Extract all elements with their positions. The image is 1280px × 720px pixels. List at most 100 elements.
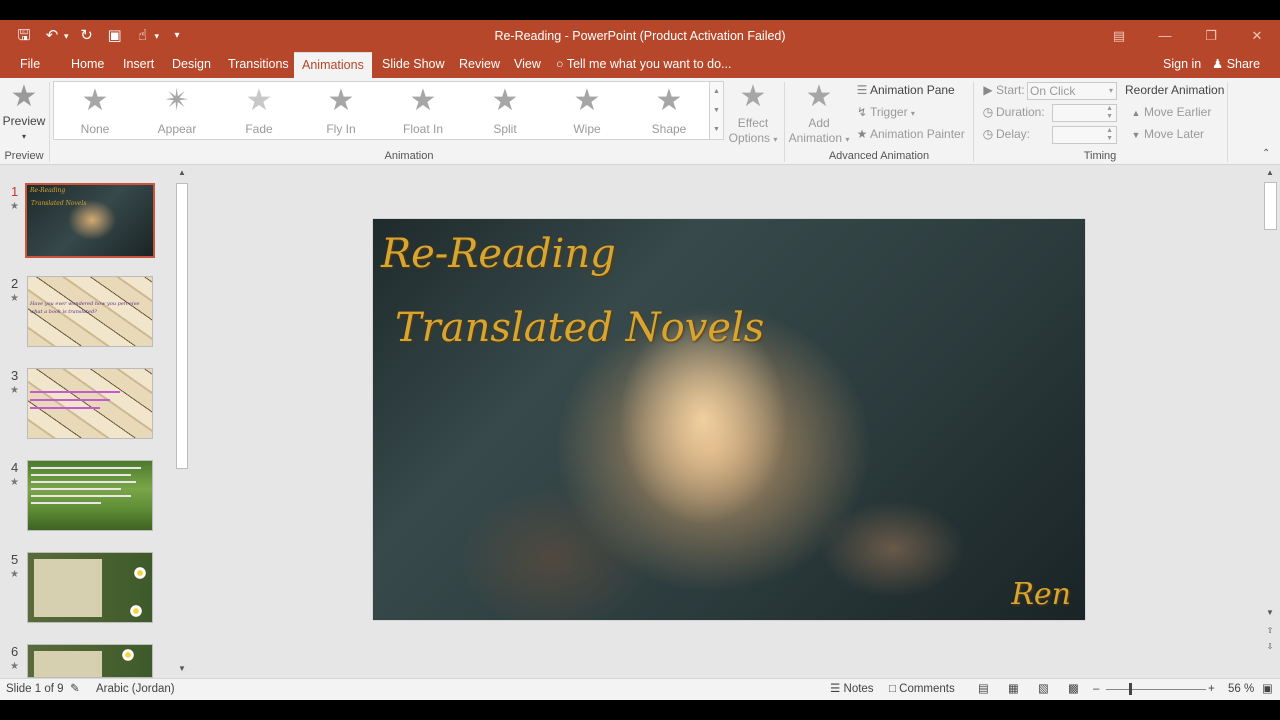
tab-file[interactable]: File (12, 52, 48, 78)
slide-sorter-icon[interactable]: ▦ (1008, 679, 1019, 700)
preview-dropdown-icon[interactable]: ▾ (2, 129, 46, 144)
reading-view-icon[interactable]: ▧ (1038, 679, 1049, 700)
animation-float-in[interactable]: ★ Float In (388, 86, 458, 137)
animation-fly-in-label: Fly In (326, 122, 356, 136)
animation-fly-in[interactable]: ★ Fly In (306, 86, 376, 137)
separator (973, 82, 974, 162)
slide-thumbnail[interactable] (27, 460, 153, 531)
start-select[interactable]: On Click ▾ (1027, 82, 1117, 100)
animation-wipe[interactable]: ★ Wipe (552, 86, 622, 137)
reorder-animation-heading: Reorder Animation (1125, 83, 1225, 97)
slide-thumbnail[interactable] (27, 368, 153, 439)
preview-button[interactable]: ★ Preview ▾ (2, 82, 46, 144)
slide-thumbnail[interactable]: Have you ever wondered how you perceive … (27, 276, 153, 347)
slide-title-line1[interactable]: Re-Reading (381, 231, 616, 277)
normal-view-icon[interactable]: ▤ (978, 679, 989, 700)
gallery-scroll-down-icon[interactable]: ▼ (710, 101, 723, 120)
move-earlier-label: Move Earlier (1144, 105, 1212, 119)
thumbnail-number: 4 (11, 460, 19, 475)
thumbnail-item[interactable]: 1 ★ Re-Reading Translated Novels (0, 183, 170, 258)
animation-shape[interactable]: ★ Shape (634, 86, 704, 137)
zoom-in-icon[interactable]: + (1208, 679, 1215, 700)
comments-label: Comments (899, 683, 955, 695)
start-label-text: Start: (996, 83, 1025, 97)
trigger-button[interactable]: ↯ Trigger ▾ (854, 103, 915, 123)
move-later-button[interactable]: ▼ Move Later (1128, 125, 1205, 144)
scroll-up-icon[interactable]: ▲ (1262, 165, 1278, 181)
tab-animations[interactable]: Animations (294, 52, 372, 78)
triangle-down-icon: ▼ (1131, 130, 1141, 140)
duration-input[interactable]: ▲ ▼ (1052, 104, 1117, 122)
animation-fade[interactable]: ★ Fade (224, 86, 294, 137)
thumbnails-scrollbar[interactable]: ▲ ▼ (174, 165, 190, 678)
zoom-out-icon[interactable]: – (1093, 679, 1099, 700)
minimize-icon[interactable]: — (1142, 20, 1188, 52)
tab-view[interactable]: View (506, 52, 549, 78)
animation-none[interactable]: ★ None (60, 86, 130, 137)
animation-gallery: ★ None ✴ Appear ★ Fade ★ Fly In ★ Float In ★ S… (53, 81, 710, 140)
notes-button[interactable]: ☰ Notes (830, 679, 874, 700)
star-icon: ★ (245, 84, 273, 117)
gallery-scroll-up-icon[interactable]: ▲ (710, 82, 723, 101)
zoom-level[interactable]: 56 % (1228, 679, 1254, 700)
gallery-more-icon[interactable]: ▼ (710, 120, 723, 139)
zoom-slider-thumb[interactable] (1129, 683, 1132, 695)
add-animation-button[interactable]: ★ Add Animation ▾ (788, 82, 850, 147)
thumbnail-number: 5 (11, 552, 19, 567)
scroll-down-icon[interactable]: ▼ (1262, 605, 1278, 621)
slide-thumbnail[interactable] (27, 552, 153, 623)
slide-canvas[interactable]: Re-Reading Translated Novels Ren (373, 219, 1085, 620)
star-icon: ✴ (164, 84, 190, 117)
spell-check-icon[interactable]: ✎ (70, 679, 80, 700)
comments-button[interactable]: □ Comments (889, 679, 955, 700)
effect-options-dropdown-icon: ▾ (773, 135, 778, 144)
start-label: ▶ Start: (980, 81, 1025, 99)
zoom-slider[interactable] (1106, 689, 1206, 690)
tab-slide-show[interactable]: Slide Show (374, 52, 453, 78)
move-earlier-button[interactable]: ▲ Move Earlier (1128, 103, 1212, 122)
slide-thumbnail[interactable]: Re-Reading Translated Novels (25, 183, 155, 258)
slide-thumbnail[interactable] (27, 644, 153, 678)
animation-appear[interactable]: ✴ Appear (142, 86, 212, 137)
thumbnail-item[interactable]: 4 ★ (0, 460, 170, 534)
thumbnail-text: Have you ever wondered how you perceive (30, 301, 140, 307)
thumbnail-item[interactable]: 5 ★ (0, 552, 170, 626)
star-icon: ★ (409, 84, 437, 117)
scroll-thumb[interactable] (1264, 182, 1277, 230)
slide-author[interactable]: Ren (1011, 577, 1071, 612)
animation-split[interactable]: ★ Split (470, 86, 540, 137)
tab-transitions[interactable]: Transitions (220, 52, 297, 78)
duration-spinner-icon: ▲ ▼ (1106, 105, 1113, 120)
sign-in-link[interactable]: Sign in (1163, 52, 1201, 76)
slide-scrollbar[interactable]: ▲ ▼ ⇧ ⇩ (1262, 165, 1280, 678)
tab-home[interactable]: Home (63, 52, 112, 78)
animation-pane-button[interactable]: ☰ Animation Pane (854, 81, 955, 99)
close-icon[interactable]: ✕ (1234, 20, 1280, 52)
scroll-thumb[interactable] (176, 183, 188, 469)
share-button[interactable]: ♟ Share (1212, 52, 1260, 76)
delay-input[interactable]: ▲ ▼ (1052, 126, 1117, 144)
slide-show-icon[interactable]: ▩ (1068, 679, 1079, 700)
tell-me-text: Tell me what you want to do... (566, 57, 732, 71)
scroll-up-icon[interactable]: ▲ (174, 165, 190, 181)
scroll-down-icon[interactable]: ▼ (174, 661, 190, 677)
thumbnail-item[interactable]: 2 ★ Have you ever wondered how you perce… (0, 276, 170, 350)
tell-me-search[interactable]: ○ Tell me what you want to do... (556, 52, 731, 76)
language-indicator[interactable]: Arabic (Jordan) (96, 679, 175, 700)
slide-title-line2[interactable]: Translated Novels (395, 305, 764, 351)
tab-design[interactable]: Design (164, 52, 219, 78)
effect-options-button[interactable]: ★ Effect Options ▾ (728, 82, 778, 147)
tab-insert[interactable]: Insert (115, 52, 162, 78)
animation-painter-button[interactable]: ★ Animation Painter (854, 125, 965, 143)
ribbon-display-options-icon[interactable]: ▤ (1096, 20, 1142, 52)
window-title: Re-Reading - PowerPoint (Product Activat… (494, 29, 786, 43)
animation-wipe-label: Wipe (573, 122, 601, 136)
add-animation-label-1: Add (808, 116, 830, 130)
tab-review[interactable]: Review (451, 52, 508, 78)
collapse-ribbon-icon[interactable]: ⌃ (1262, 148, 1270, 159)
restore-icon[interactable]: ❐ (1188, 20, 1234, 52)
previous-slide-icon[interactable]: ⇧ (1262, 623, 1278, 639)
fit-to-window-icon[interactable]: ▣ (1262, 679, 1273, 700)
next-slide-icon[interactable]: ⇩ (1262, 639, 1278, 655)
thumbnail-item[interactable]: 3 ★ (0, 368, 170, 442)
